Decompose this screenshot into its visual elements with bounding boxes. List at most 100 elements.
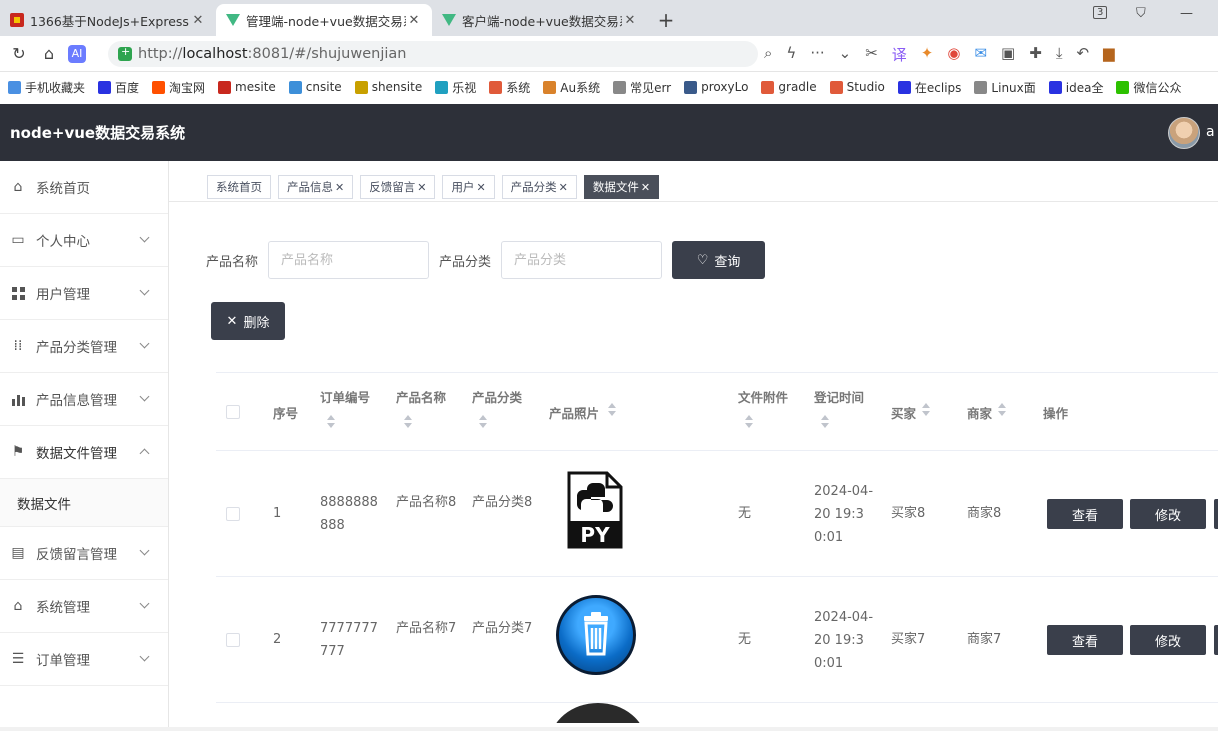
category-input[interactable] <box>501 241 663 279</box>
bookmark-item[interactable]: 微信公众 <box>1116 79 1181 96</box>
tag-feedback[interactable]: 反馈留言 ✕ <box>360 175 436 199</box>
ai-icon[interactable]: AI <box>68 44 86 63</box>
bookmark-item[interactable]: proxyLo <box>684 80 748 94</box>
close-icon[interactable]: ✕ <box>641 181 650 194</box>
close-icon[interactable]: ✕ <box>335 181 344 194</box>
close-icon[interactable]: ✕ <box>476 181 485 194</box>
sidebar-subitem-data-file[interactable]: 数据文件 <box>0 479 168 527</box>
bookmark-item[interactable]: 百度 <box>98 79 139 96</box>
query-button[interactable]: ♡ 查询 <box>672 241 766 279</box>
tag-data-file[interactable]: 数据文件 ✕ <box>583 175 660 199</box>
more-icon[interactable]: ··· <box>810 44 824 65</box>
reload-icon[interactable]: ↻ <box>4 44 34 63</box>
close-icon[interactable]: ✕ <box>406 13 422 28</box>
sort-icon[interactable] <box>479 415 487 429</box>
bookmark-item[interactable]: 在eclips <box>897 79 961 96</box>
sort-icon[interactable] <box>998 403 1006 417</box>
header-attachment[interactable]: 文件附件 <box>738 387 788 406</box>
sidebar-item-home[interactable]: ⌂ 系统首页 <box>0 161 168 214</box>
game-icon[interactable]: ✦ <box>921 44 934 65</box>
tag-product-info[interactable]: 产品信息 ✕ <box>278 175 354 199</box>
close-icon[interactable]: ✕ <box>190 13 206 28</box>
view-button[interactable]: 查看 <box>1047 625 1123 655</box>
edit-button[interactable]: 修改 <box>1130 625 1206 655</box>
product-photo-image[interactable] <box>550 703 646 723</box>
bookmark-item[interactable]: Studio <box>829 80 885 94</box>
sidebar-item-system-management[interactable]: ⌂ 系统管理 <box>0 580 168 633</box>
url-field[interactable]: http://localhost:8081/#/shujuwenjian <box>108 41 758 67</box>
weibo-icon[interactable]: ◉ <box>947 44 960 65</box>
delete-row-button[interactable] <box>1214 625 1218 655</box>
row-checkbox[interactable] <box>226 507 240 521</box>
tab-count-badge[interactable]: 3 <box>1093 6 1108 19</box>
sidebar-item-data-file-management[interactable]: ⚑ 数据文件管理 <box>0 426 168 479</box>
sort-icon[interactable] <box>608 403 616 417</box>
bookmark-item[interactable]: 乐视 <box>435 79 476 96</box>
delete-button[interactable]: ✕ 删除 <box>211 302 285 340</box>
bookmark-item[interactable]: shensite <box>354 80 422 94</box>
mail-icon[interactable]: ✉ <box>974 44 987 65</box>
header-photo[interactable]: 产品照片 <box>549 403 599 422</box>
tag-home[interactable]: 系统首页 <box>207 175 271 199</box>
window-icon[interactable]: ▣ <box>1001 44 1015 65</box>
product-name-input[interactable] <box>268 241 430 279</box>
trash-icon[interactable] <box>556 595 636 675</box>
sidebar-item-product-management[interactable]: 产品信息管理 <box>0 373 168 426</box>
close-icon[interactable]: ✕ <box>417 181 426 194</box>
header-reg-time[interactable]: 登记时间 <box>814 387 864 406</box>
row-checkbox[interactable] <box>226 633 240 647</box>
header-merchant[interactable]: 商家 <box>967 403 992 422</box>
sort-icon[interactable] <box>745 415 753 429</box>
minimize-icon[interactable]: — <box>1180 6 1193 21</box>
header-order-no[interactable]: 订单编号 <box>320 387 370 406</box>
view-button[interactable]: 查看 <box>1047 499 1123 529</box>
undo-icon[interactable]: ↶ <box>1076 44 1089 65</box>
sort-icon[interactable] <box>404 415 412 429</box>
header-product-name[interactable]: 产品名称 <box>396 387 446 406</box>
browser-tab-2[interactable]: 管理端-node+vue数据交易系 ✕ <box>216 4 432 36</box>
sort-icon[interactable] <box>922 403 930 417</box>
python-file-icon[interactable]: PY <box>567 471 623 549</box>
chevron-down-icon[interactable]: ⌄ <box>839 44 852 65</box>
browser-tab-1[interactable]: 1366基于NodeJs+Express+ ✕ <box>0 4 216 36</box>
delete-row-button[interactable] <box>1214 499 1218 529</box>
edit-button[interactable]: 修改 <box>1130 499 1206 529</box>
bookmark-item[interactable]: cnsite <box>288 80 342 94</box>
translate-icon[interactable]: 译 <box>892 44 907 65</box>
bookmark-item[interactable]: 手机收藏夹 <box>8 79 85 96</box>
close-icon[interactable]: ✕ <box>559 181 568 194</box>
sidebar-item-order-management[interactable]: ☰ 订单管理 <box>0 633 168 686</box>
sidebar-item-category-management[interactable]: ⁞⁞ 产品分类管理 <box>0 320 168 373</box>
bookmark-item[interactable]: 常见err <box>613 79 671 96</box>
new-tab-plus-icon[interactable]: + <box>648 4 684 36</box>
header-category[interactable]: 产品分类 <box>472 387 522 406</box>
user-name[interactable]: a <box>1206 124 1218 140</box>
lightning-icon[interactable]: ϟ <box>786 44 796 65</box>
browser-tab-3[interactable]: 客户端-node+vue数据交易系 ✕ <box>432 4 648 36</box>
select-all-checkbox[interactable] <box>226 405 240 419</box>
briefcase-icon[interactable]: ▆ <box>1103 44 1115 65</box>
bookmark-item[interactable]: idea全 <box>1048 79 1103 96</box>
close-icon[interactable]: ✕ <box>622 13 638 28</box>
bookmark-item[interactable]: Linux面 <box>974 79 1036 96</box>
bookmark-item[interactable]: 系统 <box>489 79 530 96</box>
bookmark-item[interactable]: Au系统 <box>543 79 600 96</box>
sidebar-item-feedback-management[interactable]: ▤ 反馈留言管理 <box>0 527 168 580</box>
scissors-icon[interactable]: ✂ <box>865 44 878 65</box>
tag-user[interactable]: 用户 ✕ <box>442 175 495 199</box>
tag-category[interactable]: 产品分类 ✕ <box>501 175 577 199</box>
bookmark-item[interactable]: mesite <box>218 80 276 94</box>
bookmark-item[interactable]: 淘宝网 <box>152 79 205 96</box>
shirt-icon[interactable]: ⛉ <box>1136 6 1146 21</box>
download-icon[interactable]: ⤓ <box>1056 44 1063 65</box>
sidebar-item-personal-center[interactable]: ▭ 个人中心 <box>0 214 168 267</box>
home-icon[interactable]: ⌂ <box>34 44 64 63</box>
search-icon[interactable]: ⌕ <box>764 44 772 65</box>
header-buyer[interactable]: 买家 <box>891 403 916 422</box>
avatar[interactable] <box>1168 117 1200 149</box>
puzzle-icon[interactable]: ✚ <box>1029 44 1042 65</box>
sort-icon[interactable] <box>821 415 829 429</box>
bookmark-item[interactable]: gradle <box>761 80 817 94</box>
sort-icon[interactable] <box>327 415 335 429</box>
sidebar-item-user-management[interactable]: 用户管理 <box>0 267 168 320</box>
